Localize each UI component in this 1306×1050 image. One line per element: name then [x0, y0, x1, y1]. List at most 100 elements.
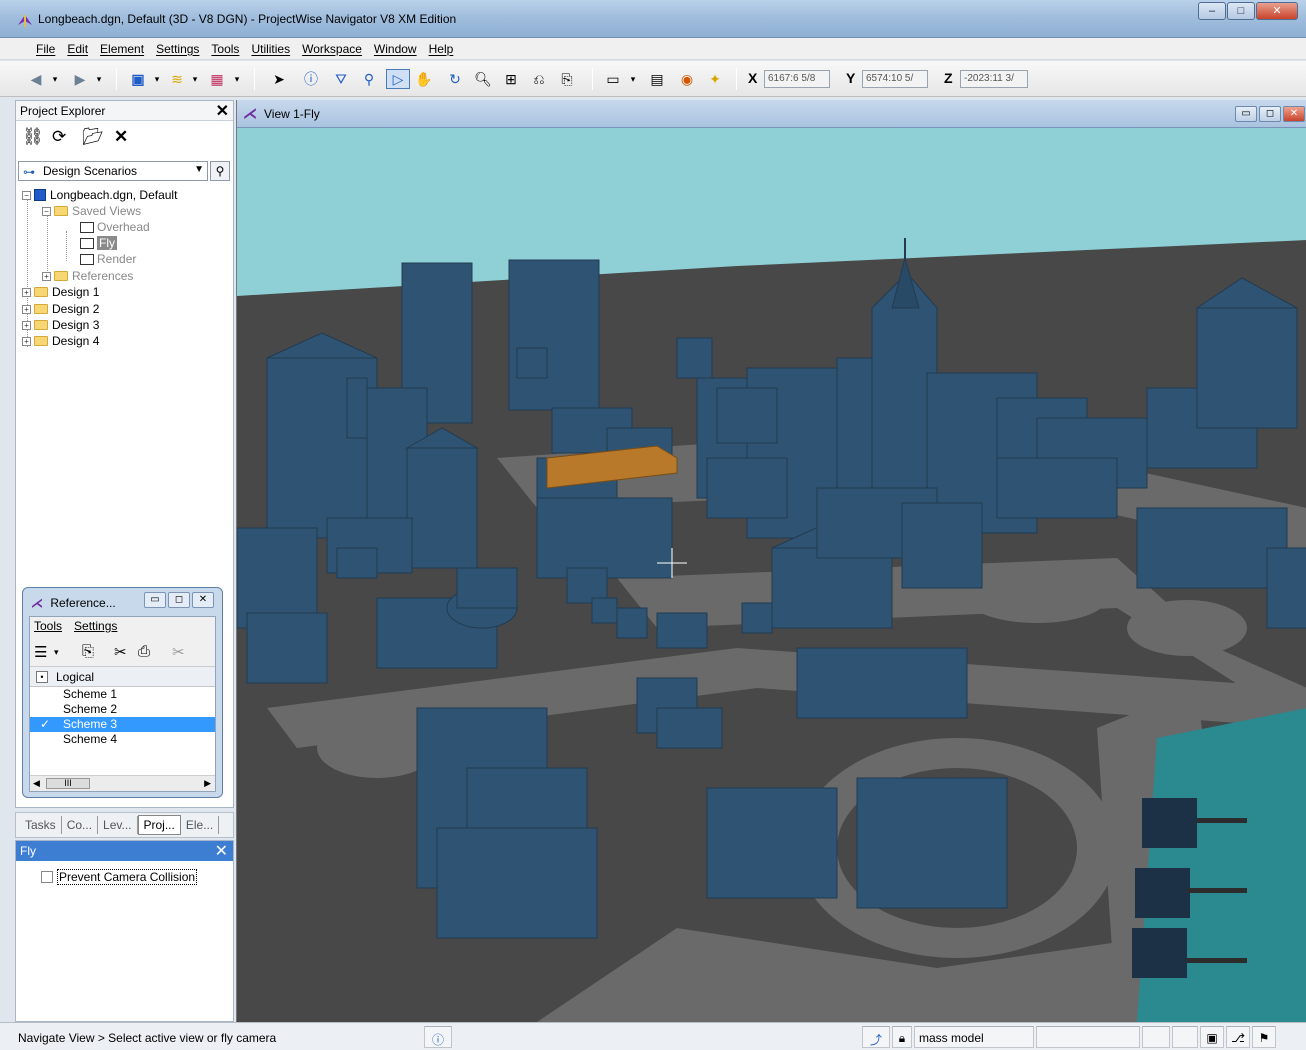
camera-icon[interactable]: ▤: [646, 69, 668, 89]
menu-help[interactable]: Help: [423, 42, 460, 56]
scenario-label: Design Scenarios: [43, 164, 138, 178]
zoom-icon[interactable]: 🔍︎: [472, 69, 494, 89]
forward-dropdown-icon[interactable]: ▾: [94, 69, 104, 89]
menu-edit[interactable]: Edit: [61, 42, 94, 56]
scroll-left-icon[interactable]: ◀: [33, 778, 40, 789]
rotate-view-icon[interactable]: ↻: [444, 69, 466, 89]
close-icon[interactable]: ✕: [215, 841, 228, 861]
render-icon[interactable]: ◉: [676, 69, 698, 89]
active-level-field[interactable]: mass model: [914, 1026, 1034, 1048]
walk-icon[interactable]: ⚲: [358, 69, 380, 89]
reload-reference-icon[interactable]: ⎙: [138, 643, 150, 660]
tree-list-icon[interactable]: ☰: [34, 643, 47, 661]
color-dropdown-icon[interactable]: ▾: [232, 69, 242, 89]
fly-icon[interactable]: ▷: [386, 69, 410, 89]
y-coord-label: Y: [846, 70, 856, 86]
open-folder-icon[interactable]: 📂︎: [82, 127, 104, 147]
menu-element[interactable]: Element: [94, 42, 150, 56]
delete-icon[interactable]: ✕: [114, 127, 128, 147]
fit-view-icon[interactable]: ⊞: [500, 69, 522, 89]
tab-levels[interactable]: Lev...: [98, 816, 138, 834]
prevent-collision-checkbox[interactable]: [41, 871, 53, 883]
design-history-icon[interactable]: ⎇: [1226, 1026, 1250, 1048]
window-title: Longbeach.dgn, Default (3D - V8 DGN) - P…: [38, 12, 457, 26]
search-button[interactable]: ⚲: [210, 161, 230, 181]
horizontal-scrollbar[interactable]: ◀ III ▶: [30, 775, 215, 791]
tab-co[interactable]: Co...: [62, 816, 99, 834]
tree-item-design-1[interactable]: + Design 1: [22, 284, 99, 300]
menu-window[interactable]: Window: [368, 42, 423, 56]
menu-workspace[interactable]: Workspace: [296, 42, 368, 56]
info-icon[interactable]: ⓘ: [300, 69, 322, 89]
view-restore-button[interactable]: ◻: [1259, 106, 1281, 122]
undo-view-icon[interactable]: ⎌: [528, 69, 550, 89]
tab-tasks[interactable]: Tasks: [20, 816, 62, 834]
menu-utilities[interactable]: Utilities: [245, 42, 296, 56]
prevent-collision-option[interactable]: Prevent Camera Collision: [41, 869, 198, 885]
tab-project[interactable]: Proj...: [137, 815, 181, 835]
tree-item-design-4[interactable]: + Design 4: [22, 333, 99, 349]
sync-icon[interactable]: ⟳: [52, 127, 66, 147]
back-icon[interactable]: ◀: [26, 69, 46, 89]
scheme-item-3[interactable]: ✓ Scheme 3: [30, 717, 215, 732]
scroll-thumb[interactable]: III: [46, 778, 90, 789]
list-dropdown-icon[interactable]: ▾: [54, 647, 59, 658]
window-area-icon[interactable]: ▭: [602, 69, 624, 89]
info-icon[interactable]: ⓘ: [424, 1026, 452, 1048]
view-attributes-icon[interactable]: ▣: [128, 69, 148, 89]
x-coord-label: X: [748, 70, 758, 86]
menu-tools[interactable]: Tools: [205, 42, 245, 56]
detach-reference-icon[interactable]: ✂: [114, 643, 127, 661]
fly-panel: Fly ✕ Prevent Camera Collision: [15, 840, 234, 1022]
levels-dropdown-icon[interactable]: ▾: [190, 69, 200, 89]
tree-item-root[interactable]: − Longbeach.dgn, Default: [22, 187, 177, 203]
tree-item-render[interactable]: Render: [80, 251, 136, 267]
tab-elements[interactable]: Ele...: [181, 816, 220, 834]
save-icon[interactable]: ▣: [1200, 1026, 1224, 1048]
levels-icon[interactable]: ≋: [166, 69, 188, 89]
dialog-minimize-button[interactable]: ▭: [144, 592, 166, 608]
scheme-item-1[interactable]: Scheme 1: [30, 687, 215, 702]
forward-icon[interactable]: ▶: [70, 69, 90, 89]
measure-icon[interactable]: ⛛: [330, 69, 352, 89]
lock-icon[interactable]: 🔒︎: [892, 1026, 912, 1048]
scroll-right-icon[interactable]: ▶: [204, 778, 211, 789]
dialog-menu-tools[interactable]: Tools: [34, 619, 62, 635]
close-button[interactable]: ✕: [1256, 2, 1298, 20]
close-icon[interactable]: ✕: [216, 101, 229, 121]
tree-item-overhead[interactable]: Overhead: [80, 219, 150, 235]
select-pointer-icon[interactable]: ➤: [270, 69, 288, 89]
link-icon[interactable]: ⛓: [22, 127, 44, 147]
scheme-item-2[interactable]: Scheme 2: [30, 702, 215, 717]
tree-item-fly[interactable]: Fly: [80, 235, 117, 251]
lighting-icon[interactable]: ✦: [704, 69, 726, 89]
maximize-button[interactable]: □: [1227, 2, 1255, 20]
view-close-button[interactable]: ✕: [1283, 106, 1305, 122]
pan-hand-icon[interactable]: ✋: [414, 69, 434, 89]
minimize-button[interactable]: –: [1198, 2, 1226, 20]
attach-reference-icon[interactable]: ⎘: [82, 643, 94, 660]
view-minimize-button[interactable]: ▭: [1235, 106, 1257, 122]
color-table-icon[interactable]: ▦: [206, 69, 228, 89]
tree-item-references[interactable]: + References: [42, 268, 133, 284]
scheme-item-4[interactable]: Scheme 4: [30, 732, 215, 747]
panel-title: Project Explorer: [20, 104, 106, 118]
tree-item-design-3[interactable]: + Design 3: [22, 317, 99, 333]
view-attributes-dropdown-icon[interactable]: ▾: [152, 69, 162, 89]
menu-file[interactable]: File: [30, 42, 61, 56]
dialog-title: Reference...: [50, 596, 116, 610]
dialog-restore-button[interactable]: ◻: [168, 592, 190, 608]
dialog-close-button[interactable]: ✕: [192, 592, 214, 608]
digital-rights-icon[interactable]: ⚑: [1252, 1026, 1276, 1048]
scenario-dropdown[interactable]: ⊶ Design Scenarios ▼: [18, 161, 208, 181]
snap-icon[interactable]: ⤴: [862, 1026, 890, 1048]
back-dropdown-icon[interactable]: ▾: [50, 69, 60, 89]
redo-view-icon[interactable]: ⎘: [556, 69, 578, 89]
tree-item-design-2[interactable]: + Design 2: [22, 301, 99, 317]
window-area-dropdown-icon[interactable]: ▾: [628, 69, 638, 89]
tree-item-saved-views[interactable]: − Saved Views: [42, 203, 141, 219]
dialog-menu-settings[interactable]: Settings: [74, 619, 117, 635]
3d-city-scene[interactable]: [237, 128, 1306, 1022]
logical-row[interactable]: • Logical: [30, 667, 215, 687]
menu-settings[interactable]: Settings: [150, 42, 205, 56]
